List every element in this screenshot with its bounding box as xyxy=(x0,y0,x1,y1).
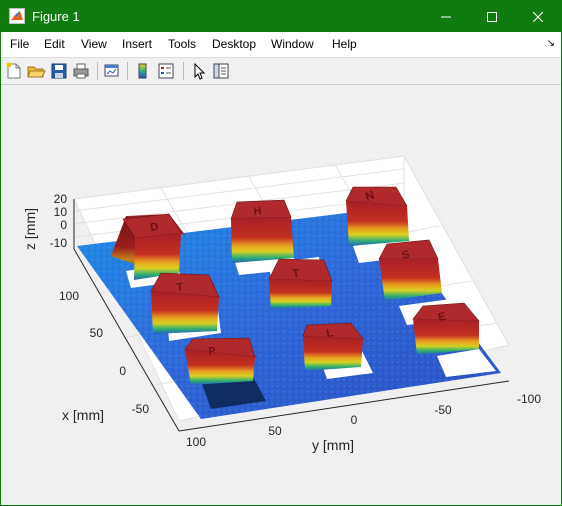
new-figure-icon[interactable] xyxy=(4,61,24,81)
block-L: L xyxy=(302,322,364,371)
close-button[interactable] xyxy=(515,1,561,32)
block-P: P xyxy=(184,337,256,385)
insert-colorbar-icon[interactable] xyxy=(133,61,153,81)
minimize-button[interactable] xyxy=(423,1,469,32)
x-tick-label: -50 xyxy=(132,402,150,416)
block-S: S xyxy=(378,239,442,301)
y-tick-label: 0 xyxy=(351,413,358,427)
z-tick-label: 20 xyxy=(54,192,68,206)
link-plot-icon[interactable] xyxy=(102,61,122,81)
title-bar: Figure 1 xyxy=(1,1,561,32)
block-E: E xyxy=(412,302,480,355)
z-axis: 20 10 0 -10 z [mm] xyxy=(22,192,67,250)
z-tick-label: -10 xyxy=(50,236,68,250)
toolbar-separator xyxy=(183,62,184,80)
z-tick-label: 10 xyxy=(54,205,68,219)
block-H: H xyxy=(230,199,294,263)
toolbar-separator xyxy=(127,62,128,80)
open-file-icon[interactable] xyxy=(26,61,46,81)
maximize-button[interactable] xyxy=(469,1,515,32)
x-tick-label: 50 xyxy=(90,326,104,340)
matlab-app-icon xyxy=(9,8,25,24)
menu-file[interactable]: File xyxy=(10,37,29,51)
x-tick-label: 0 xyxy=(119,364,126,378)
y-tick-label: 100 xyxy=(186,435,206,449)
figure-canvas[interactable]: D H N T T S P L E 20 10 0 -10 z [mm] 100… xyxy=(1,85,561,505)
menu-insert[interactable]: Insert xyxy=(122,37,152,51)
menu-desktop[interactable]: Desktop xyxy=(212,37,256,51)
dock-arrow-icon[interactable]: ↘ xyxy=(547,38,555,49)
block-T: T xyxy=(150,272,220,334)
minimize-icon xyxy=(441,16,451,17)
z-axis-label: z [mm] xyxy=(22,208,38,250)
y-tick-label: -50 xyxy=(434,403,452,417)
insert-legend-icon[interactable] xyxy=(156,61,176,81)
menu-help[interactable]: Help xyxy=(332,37,357,51)
x-tick-label: 100 xyxy=(59,289,79,303)
close-icon xyxy=(533,11,543,22)
menu-edit[interactable]: Edit xyxy=(44,37,65,51)
y-tick-label: -100 xyxy=(517,392,541,406)
window-title: Figure 1 xyxy=(32,9,80,24)
property-inspector-icon[interactable] xyxy=(211,61,231,81)
menu-tools[interactable]: Tools xyxy=(168,37,196,51)
y-tick-label: 50 xyxy=(268,424,282,438)
block-center: T xyxy=(268,258,333,309)
print-icon[interactable] xyxy=(71,61,91,81)
y-axis-label: y [mm] xyxy=(312,437,354,453)
menu-view[interactable]: View xyxy=(81,37,107,51)
maximize-icon xyxy=(487,11,497,22)
z-tick-label: 0 xyxy=(60,218,67,232)
save-icon[interactable] xyxy=(49,61,69,81)
block-N: N xyxy=(345,186,409,246)
x-axis-label: x [mm] xyxy=(62,407,104,423)
toolbar-separator xyxy=(97,62,98,80)
menu-window[interactable]: Window xyxy=(271,37,314,51)
figure-window: Figure 1 File Edit View Insert Tools Des… xyxy=(0,0,562,506)
menu-bar: File Edit View Insert Tools Desktop Wind… xyxy=(1,32,561,58)
surface-plot[interactable]: D H N T T S P L E 20 10 0 -10 z [mm] 100… xyxy=(1,85,561,505)
figure-toolbar xyxy=(1,58,561,85)
edit-plot-icon[interactable] xyxy=(189,61,209,81)
